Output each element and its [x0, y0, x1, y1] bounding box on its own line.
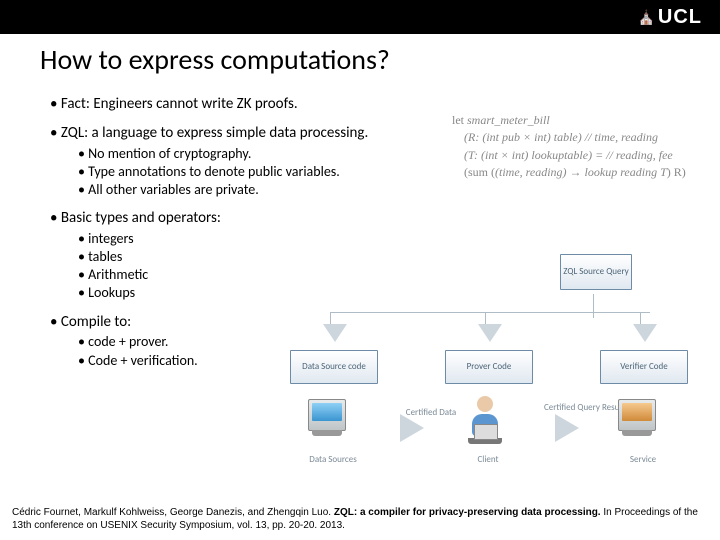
arrow-down-icon: [633, 324, 657, 342]
logo-text: UCL: [658, 6, 702, 29]
dome-icon: ⛪: [637, 9, 654, 26]
bullet-fact: Fact: Engineers cannot write ZK proofs.: [50, 95, 690, 114]
connector: [640, 312, 641, 324]
box-data-source: Data Source code: [290, 350, 378, 384]
header-bar: ⛪ UCL: [0, 0, 720, 34]
server-icon: [618, 399, 664, 441]
arrow-right-icon: [555, 414, 579, 442]
person-icon: [460, 396, 510, 444]
slide-title: How to express computations?: [40, 42, 690, 77]
connector: [330, 312, 331, 324]
ucl-logo: ⛪ UCL: [637, 6, 702, 29]
citation: Cédric Fournet, Markulf Kohlweiss, Georg…: [0, 506, 720, 540]
arrow-right-icon: [400, 414, 424, 442]
box-verifier: Verifier Code: [600, 350, 688, 384]
architecture-diagram: ZQL Source Query Data Source code Prover…: [270, 254, 710, 489]
connector: [593, 294, 594, 318]
code-figure: let smart_meter_bill (R: (int pub × int)…: [452, 112, 702, 182]
arrow-down-icon: [323, 324, 347, 342]
label-certified-results: Certified Query Results: [543, 403, 629, 413]
arrow-down-icon: [478, 324, 502, 342]
label-service: Service: [600, 454, 686, 465]
label-client: Client: [445, 454, 531, 465]
connector: [330, 312, 650, 313]
box-prover: Prover Code: [445, 350, 533, 384]
label-data-sources: Data Sources: [290, 454, 376, 465]
slide-body: How to express computations? Fact: Engin…: [0, 34, 720, 508]
connector: [485, 312, 486, 324]
box-source-query: ZQL Source Query: [560, 254, 632, 290]
server-icon: [308, 399, 354, 441]
